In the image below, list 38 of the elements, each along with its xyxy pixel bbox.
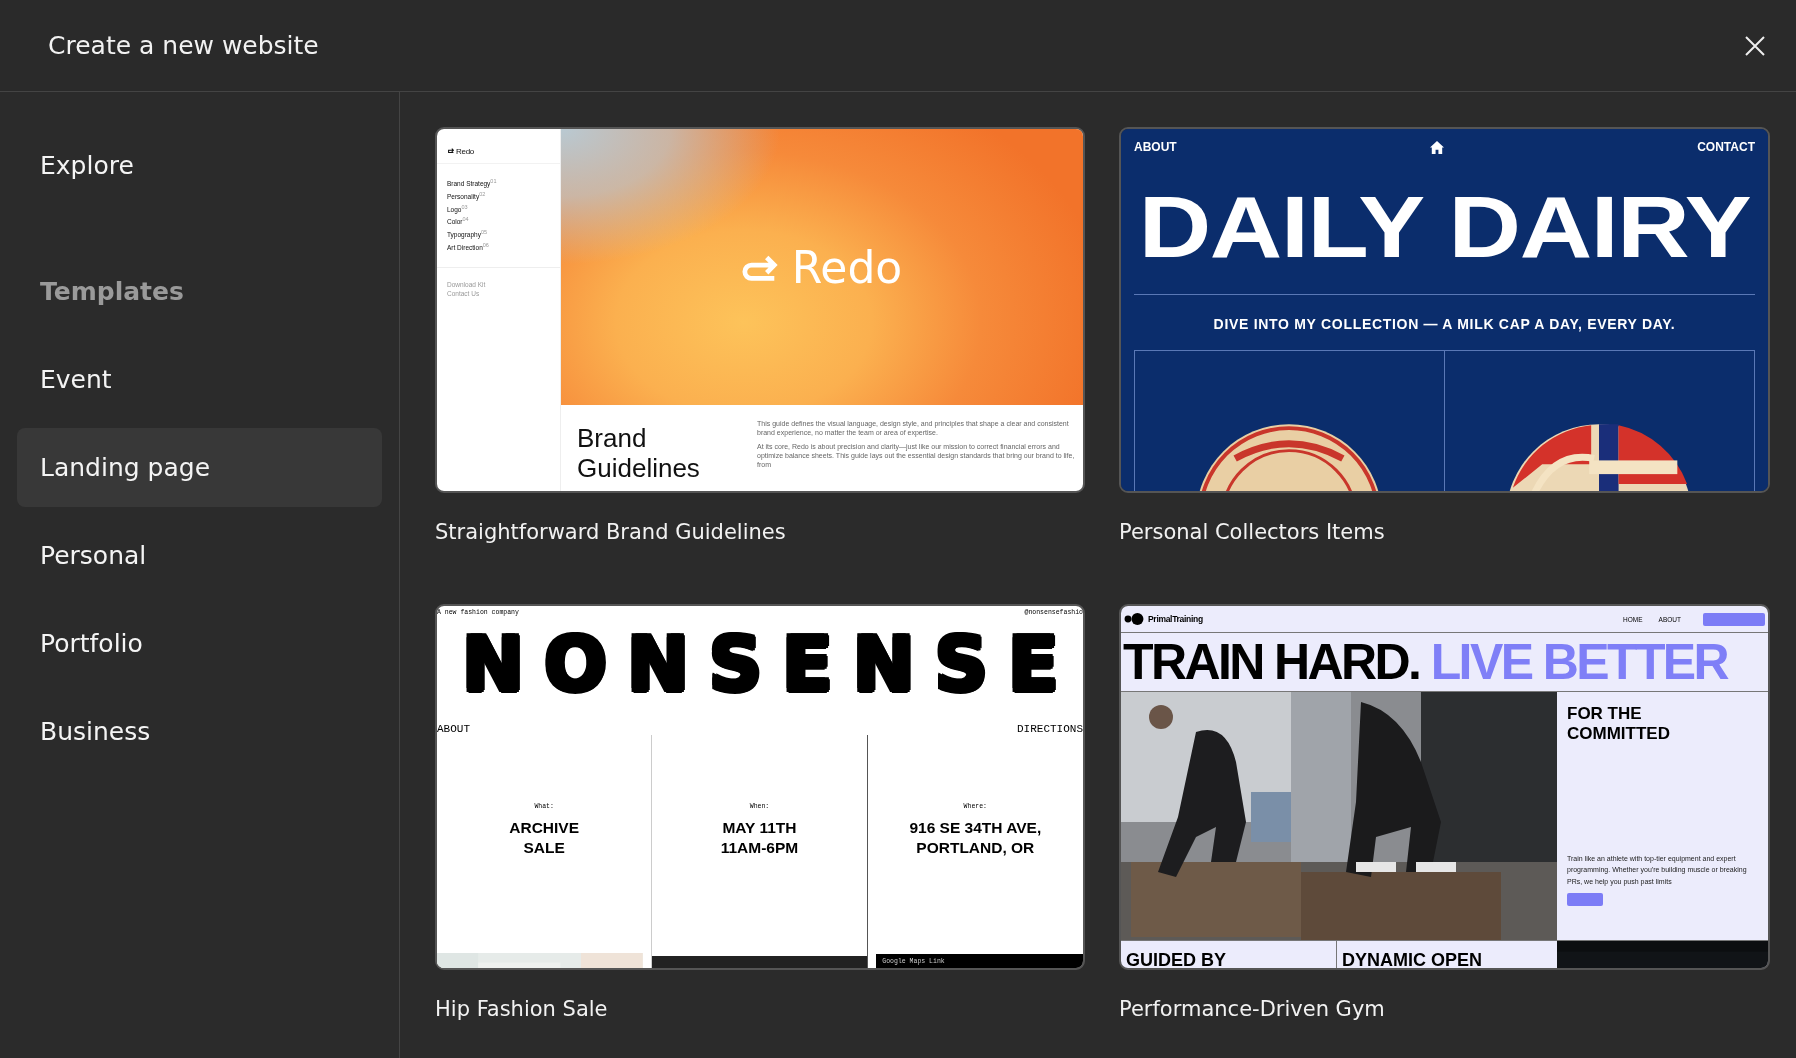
nav-link[interactable]: ABOUT [1134,140,1177,154]
template-title: Performance-Driven Gym [1119,997,1385,1021]
site-title: DAILY DAIRY [1137,183,1752,271]
sidebar-item[interactable]: Business [17,692,382,771]
sidebar-item[interactable]: Personal [17,516,382,595]
template-title: Personal Collectors Items [1119,520,1385,544]
section-heading: GUIDED BY [1121,941,1337,968]
sidebar-item[interactable]: Explore [17,126,382,205]
nav-link[interactable]: DIRECTIONS [1017,723,1083,735]
nav-link[interactable]: ABOUT [437,723,470,735]
info-value: ARCHIVE SALE [509,818,580,858]
nav-link[interactable]: CONTACT [1697,140,1755,154]
section-heading: DYNAMIC OPEN [1341,949,1483,968]
logo-icon [1124,613,1144,625]
template-preview[interactable] [435,127,1085,493]
brand-name: PrimalTraining [1148,614,1203,624]
info-value: MAY 11TH 11AM-6PM [720,818,799,858]
sidebar-item[interactable]: Landing page [17,428,382,507]
section-title: FOR THE COMMITTED [1567,704,1670,744]
sidebar-item[interactable]: Portfolio [17,604,382,683]
close-button[interactable] [1744,34,1766,57]
sidebar-heading: Templates [39,276,185,308]
site-tagline: DIVE INTO MY COLLECTION — A MILK CAP A DAY, EVERY DAY. [1212,316,1677,332]
window-title: Create a new website [48,31,319,60]
template-preview[interactable]: ABOUT CONTACT DAILY DAIRY DIVE INTO MY COLLECTION — A MILK CAP A DAY, EVERY DAY. [1119,127,1770,493]
cta-button[interactable] [1703,612,1765,626]
logo-text: Redo [456,146,474,156]
redo-logo-icon [447,147,455,155]
headline: TRAIN HARD. LIVE BETTER [1123,633,1728,691]
template-title: Hip Fashion Sale [435,997,608,1021]
guide-heading: Brand Guidelines [577,422,701,483]
info-value: 916 SE 34TH AVE, PORTLAND, OR [909,818,1042,858]
close-icon [1744,34,1766,57]
template-title: Straightforward Brand Guidelines [435,520,786,544]
sidebar-item[interactable]: Event [17,340,382,419]
hero-logo-text: Redo [791,241,903,293]
site-title: NONSENSE [460,627,1080,701]
home-icon [1429,140,1444,154]
